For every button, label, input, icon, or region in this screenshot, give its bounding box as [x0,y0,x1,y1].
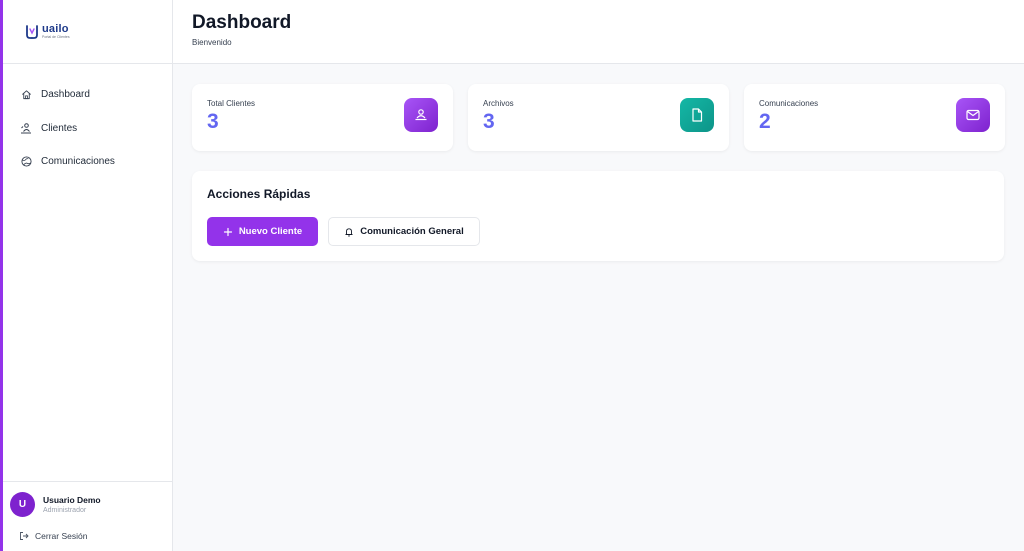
new-client-button[interactable]: Nuevo Cliente [207,217,318,246]
page-title: Dashboard [192,12,292,33]
stats-row: Total Clientes 3 Archivos 3 Comunicacion… [192,84,1005,151]
user-name: Usuario Demo [43,495,101,505]
mail-icon [956,98,990,132]
quick-actions-panel: Acciones Rápidas Nuevo Cliente Comunicac… [192,171,1004,261]
general-communication-label: Comunicación General [360,226,464,237]
user-profile[interactable]: U Usuario Demo Administrador [10,492,166,517]
stat-card-comunicaciones: Comunicaciones 2 [744,84,1005,151]
sidebar-item-clientes[interactable]: Clientes [3,112,172,146]
general-communication-button[interactable]: Comunicación General [328,217,480,246]
plus-icon [223,227,233,237]
stat-card-archivos: Archivos 3 [468,84,729,151]
sidebar-item-label: Comunicaciones [41,156,115,168]
logo-area: uailo Portal de Clientes [3,0,172,64]
logout-icon [19,531,29,541]
brand-logo[interactable]: uailo Portal de Clientes [25,22,70,40]
user-role: Administrador [43,507,87,514]
user-panel: U Usuario Demo Administrador Cerrar Sesi… [3,481,173,551]
logout-label: Cerrar Sesión [35,531,88,541]
page-subtitle: Bienvenido [192,38,232,47]
logo-mark-icon [26,24,38,39]
sidebar-nav: Dashboard Clientes Comunicaciones [3,64,172,179]
brand-tagline: Portal de Clientes [42,34,70,39]
users-icon [19,121,33,135]
avatar: U [10,492,35,517]
quick-actions-buttons: Nuevo Cliente Comunicación General [207,217,1004,246]
home-icon [19,88,33,102]
file-icon [680,98,714,132]
sidebar: uailo Portal de Clientes Dashboard Clien… [3,0,173,551]
brand-name: uailo [42,22,69,35]
logout-button[interactable]: Cerrar Sesión [10,531,166,541]
sidebar-item-dashboard[interactable]: Dashboard [3,78,172,112]
sidebar-item-comunicaciones[interactable]: Comunicaciones [3,145,172,179]
globe-icon [19,155,33,169]
sidebar-item-label: Dashboard [41,89,90,101]
new-client-label: Nuevo Cliente [238,226,303,237]
sidebar-item-label: Clientes [41,122,78,134]
stat-card-total-clientes: Total Clientes 3 [192,84,453,151]
page-header: Dashboard Bienvenido [173,0,1024,64]
quick-actions-title: Acciones Rápidas [207,187,311,201]
bell-icon [344,227,354,237]
users-icon [404,98,438,132]
